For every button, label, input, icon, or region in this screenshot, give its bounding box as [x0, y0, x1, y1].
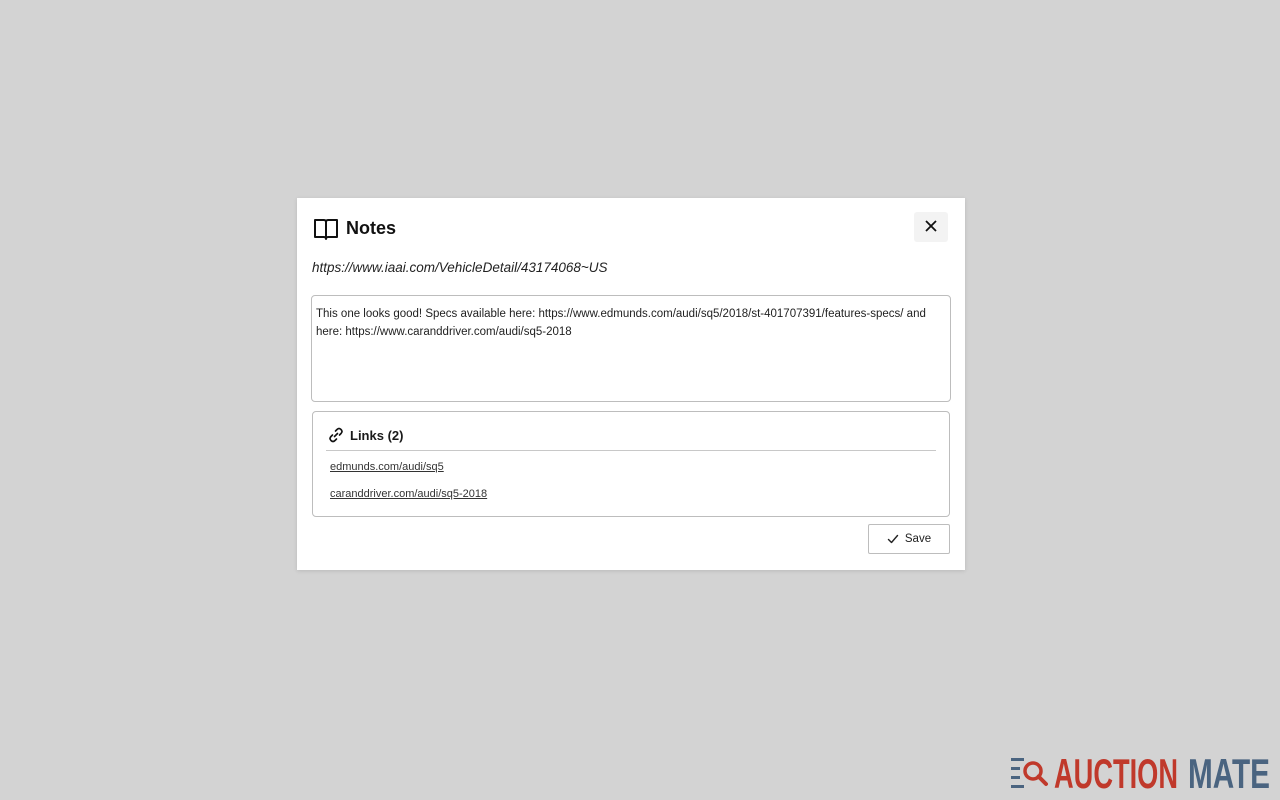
note-textarea[interactable]: This one looks good! Specs available her…: [311, 295, 951, 402]
save-button[interactable]: Save: [868, 524, 950, 554]
brand-wordmark: AUCTION MATE: [1054, 750, 1270, 794]
brand-logo: AUCTION MATE: [1010, 750, 1272, 794]
brand-word-auction: AUCTION: [1054, 750, 1178, 794]
brand-word-mate: MATE: [1188, 750, 1270, 794]
link-caranddriver[interactable]: caranddriver.com/audi/sq5-2018: [330, 488, 487, 500]
link-edmunds[interactable]: edmunds.com/audi/sq5: [330, 461, 444, 473]
vehicle-url: https://www.iaai.com/VehicleDetail/43174…: [312, 260, 608, 275]
close-button[interactable]: [914, 212, 948, 242]
notes-dialog: Notes https://www.iaai.com/VehicleDetail…: [297, 198, 965, 570]
link-icon: [327, 426, 345, 444]
links-divider: [326, 450, 936, 451]
list-item: caranddriver.com/audi/sq5-2018: [330, 487, 487, 501]
search-lines-icon: [1010, 755, 1050, 789]
links-header: Links (2): [327, 426, 403, 444]
dialog-header: Notes: [312, 214, 396, 242]
dialog-title: Notes: [346, 217, 397, 238]
list-item: edmunds.com/audi/sq5: [330, 460, 487, 474]
link-list: edmunds.com/audi/sq5 caranddriver.com/au…: [330, 460, 487, 514]
check-icon: [887, 533, 899, 545]
links-panel: Links (2) edmunds.com/audi/sq5 caranddri…: [312, 411, 950, 517]
close-icon: [924, 219, 938, 236]
book-open-icon: [312, 214, 340, 242]
save-label: Save: [904, 533, 932, 545]
links-title: Links (2): [350, 427, 404, 443]
